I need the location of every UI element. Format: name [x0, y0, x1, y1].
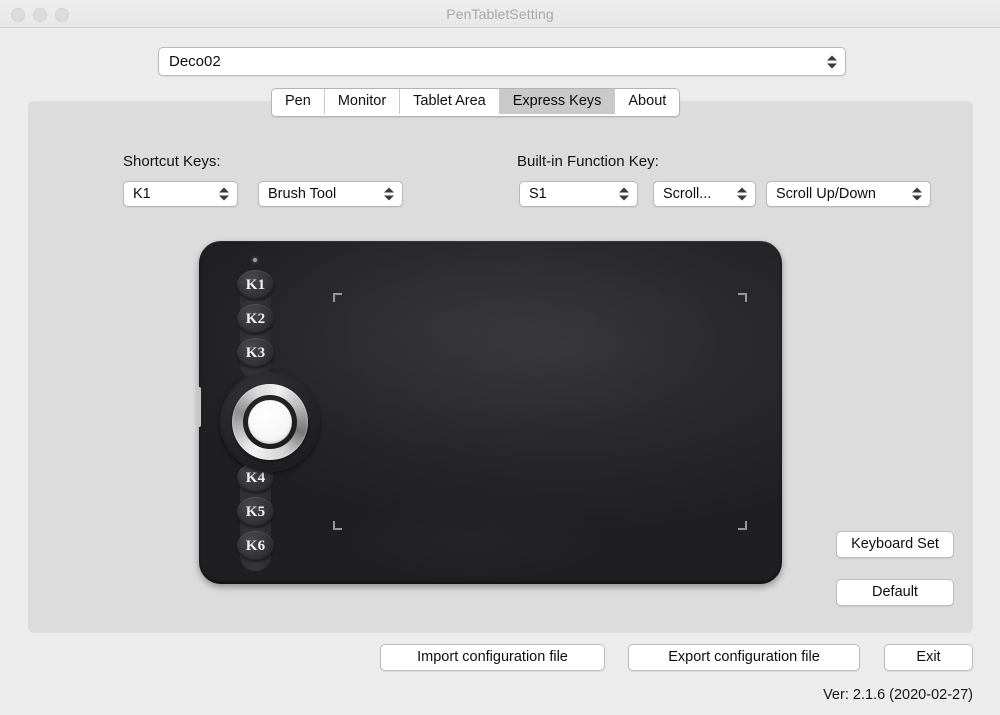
- tab-about[interactable]: About: [615, 89, 680, 114]
- tab-pen[interactable]: Pen: [272, 89, 325, 114]
- tab-express-keys[interactable]: Express Keys: [499, 89, 616, 114]
- tab-tablet-area[interactable]: Tablet Area: [400, 89, 500, 114]
- device-select[interactable]: Deco02: [158, 47, 846, 76]
- shortcut-keys-label: Shortcut Keys:: [123, 153, 221, 170]
- device-select-value: Deco02: [169, 53, 221, 70]
- crop-mark-top-right-icon: [738, 293, 747, 302]
- builtin-direction-select-value: Scroll Up/Down: [776, 186, 876, 202]
- tablet-illustration: K1 K2 K3 K4 K5 K6: [196, 241, 782, 584]
- tab-bar: Pen Monitor Tablet Area Express Keys Abo…: [271, 88, 681, 117]
- builtin-key-select-value: S1: [529, 186, 547, 202]
- ring-dial-center-button[interactable]: [248, 400, 292, 444]
- builtin-direction-select[interactable]: Scroll Up/Down: [766, 181, 931, 207]
- tab-monitor[interactable]: Monitor: [324, 89, 401, 114]
- builtin-function-key-label: Built-in Function Key:: [517, 153, 659, 170]
- keyboard-set-button[interactable]: Keyboard Set: [836, 531, 954, 558]
- builtin-key-select[interactable]: S1: [519, 181, 638, 207]
- shortcut-key-select[interactable]: K1: [123, 181, 238, 207]
- chevron-updown-icon: [736, 185, 747, 204]
- import-configuration-button[interactable]: Import configuration file: [380, 644, 605, 671]
- ring-dial-outer: [232, 384, 308, 460]
- version-label: Ver: 2.1.6 (2020-02-27): [823, 687, 973, 703]
- express-key-k3[interactable]: K3: [237, 338, 274, 368]
- builtin-mode-select-value: Scroll...: [663, 186, 712, 202]
- shortcut-function-select[interactable]: Brush Tool: [258, 181, 403, 207]
- export-configuration-button[interactable]: Export configuration file: [628, 644, 860, 671]
- default-button[interactable]: Default: [836, 579, 954, 606]
- tablet-body: K1 K2 K3 K4 K5 K6: [199, 241, 782, 584]
- chevron-updown-icon: [383, 185, 394, 204]
- window-title: PenTabletSetting: [446, 6, 554, 22]
- chevron-updown-icon: [618, 185, 629, 204]
- crop-mark-top-left-icon: [333, 293, 342, 302]
- exit-button[interactable]: Exit: [884, 644, 973, 671]
- crop-mark-bottom-right-icon: [738, 521, 747, 530]
- chevron-updown-icon: [218, 185, 229, 204]
- title-bar: PenTabletSetting: [0, 0, 1000, 28]
- express-key-k1[interactable]: K1: [237, 270, 274, 300]
- express-key-k2[interactable]: K2: [237, 304, 274, 334]
- app-window: PenTabletSetting Deco02 Pen Monitor Tabl…: [0, 0, 1000, 715]
- ring-dial-inner-bezel: [243, 395, 297, 449]
- tablet-side-port: [196, 387, 201, 427]
- shortcut-function-select-value: Brush Tool: [268, 186, 337, 202]
- shortcut-key-select-value: K1: [133, 186, 151, 202]
- express-key-k5[interactable]: K5: [237, 497, 274, 527]
- builtin-mode-select[interactable]: Scroll...: [653, 181, 756, 207]
- stepper-chevrons-icon: [826, 52, 837, 71]
- chevron-updown-icon: [911, 185, 922, 204]
- ring-dial-control[interactable]: [220, 372, 320, 472]
- express-key-k6[interactable]: K6: [237, 531, 274, 561]
- crop-mark-bottom-left-icon: [333, 521, 342, 530]
- tablet-sheen-lower: [286, 498, 666, 584]
- led-indicator-icon: [253, 258, 257, 262]
